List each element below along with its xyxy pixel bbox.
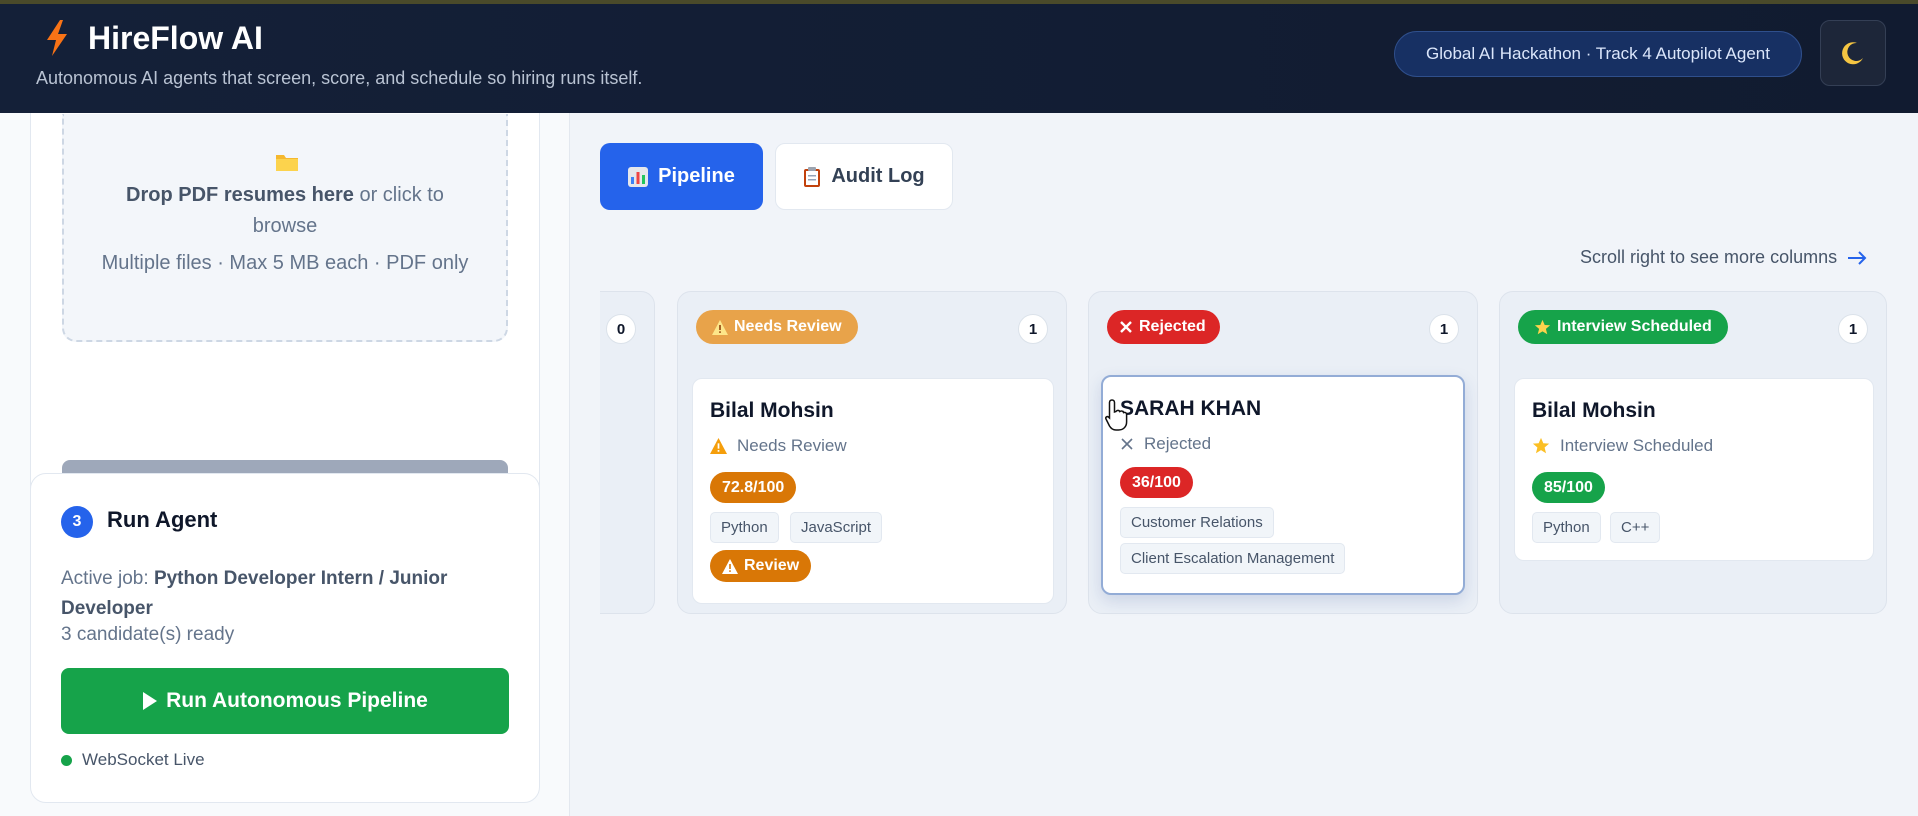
column-rejected: Rejected 1 SARAH KHAN Rejected 36/100 Cu… [1088,291,1478,614]
close-icon [1120,321,1132,333]
close-icon [1121,438,1133,450]
skill-tag: Python [1532,512,1601,543]
pipeline-column: 0 [600,291,655,614]
tab-audit-log[interactable]: Audit Log [775,143,953,210]
skill-tag: C++ [1610,512,1661,543]
column-label-text: Interview Scheduled [1557,318,1712,335]
run-agent-card: 3 Run Agent Active job: Python Developer… [30,473,540,803]
skill-tag: Client Escalation Management [1120,543,1346,574]
run-agent-title: Run Agent [107,507,218,532]
play-icon [143,692,158,710]
hackathon-badge: Global AI Hackathon · Track 4 Autopilot … [1394,31,1802,77]
candidate-name: Bilal Mohsin [1532,399,1656,422]
candidate-status: Interview Scheduled [1532,436,1713,456]
lightning-icon [47,20,67,56]
pipeline-board[interactable]: 0 Needs Review 1 Bilal Mohsin Needs Revi… [600,288,1918,618]
candidate-status-text: Interview Scheduled [1560,436,1714,455]
app-title: HireFlow AI [88,20,263,56]
tab-pipeline-label: Pipeline [658,165,735,187]
dropzone-text-rest: or click to [353,184,444,206]
column-label-text: Rejected [1139,318,1206,335]
candidate-name: Bilal Mohsin [710,399,834,422]
scroll-hint: Scroll right to see more columns [1580,247,1867,268]
column-needs-review: Needs Review 1 Bilal Mohsin Needs Review… [677,291,1067,614]
score-badge: 85/100 [1532,472,1605,503]
websocket-status-dot [61,755,72,766]
clipboard-icon [804,166,821,187]
hand-cursor-icon [1105,399,1128,431]
candidate-status-text: Needs Review [737,436,847,455]
candidate-card[interactable]: Bilal Mohsin Needs Review 72.8/100 Pytho… [692,378,1054,604]
column-label-needs-review: Needs Review [696,310,858,344]
warning-icon [710,438,727,454]
dropzone-text-bold: Drop PDF resumes here [126,184,354,206]
candidates-ready-text: 3 candidate(s) ready [61,624,235,645]
score-badge: 36/100 [1120,467,1193,498]
candidate-card[interactable]: SARAH KHAN Rejected 36/100 Customer Rela… [1101,375,1465,595]
column-interview-scheduled: Interview Scheduled 1 Bilal Mohsin Inter… [1499,291,1887,614]
moon-icon [1842,42,1863,65]
scroll-hint-text: Scroll right to see more columns [1580,247,1838,267]
active-job-text: Active job: Python Developer Intern / Ju… [61,564,511,624]
column-label-text: Needs Review [734,318,842,335]
column-count: 0 [606,314,636,344]
warning-icon [722,558,738,574]
resume-dropzone[interactable]: Drop PDF resumes here or click to browse… [62,114,508,342]
websocket-status-text: WebSocket Live [82,750,205,769]
candidate-name: SARAH KHAN [1120,397,1262,420]
run-pipeline-label: Run Autonomous Pipeline [166,689,428,712]
review-badge[interactable]: Review [710,550,812,582]
star-icon [1534,319,1551,334]
candidate-card[interactable]: Bilal Mohsin Interview Scheduled 85/100 … [1514,378,1874,561]
dropzone-hint: Multiple files · Max 5 MB each · PDF onl… [101,252,469,274]
app-subtitle: Autonomous AI agents that screen, score,… [36,68,643,88]
dropzone-text-browse: browse [252,215,318,237]
column-count: 1 [1838,314,1868,344]
chart-icon [628,166,649,187]
star-icon [1532,437,1550,454]
skill-tag: Customer Relations [1120,507,1274,538]
folder-icon [276,155,298,171]
app-header: HireFlow AI Autonomous AI agents that sc… [0,4,1918,113]
tab-audit-log-label: Audit Log [831,165,925,187]
warning-icon [712,319,728,335]
candidate-status: Rejected [1120,434,1211,454]
active-job-label: Active job: [61,568,154,589]
skill-tag: JavaScript [790,512,883,543]
review-badge-text: Review [744,557,800,574]
candidate-status-text: Rejected [1144,434,1212,453]
skill-tag: Python [710,512,779,543]
theme-toggle-button[interactable] [1820,20,1886,86]
column-label-rejected: Rejected [1107,310,1220,344]
column-count: 1 [1429,314,1459,344]
column-label-interview-scheduled: Interview Scheduled [1518,310,1728,344]
sidebar: Drop PDF resumes here or click to browse… [0,113,570,816]
arrow-right-icon [1848,250,1867,265]
dropzone-text: Drop PDF resumes here or click to [64,184,506,207]
step-number-badge: 3 [61,506,93,538]
candidate-status: Needs Review [710,436,847,456]
score-badge: 72.8/100 [710,472,797,503]
column-count: 1 [1018,314,1048,344]
run-pipeline-button[interactable]: Run Autonomous Pipeline [61,668,509,734]
tab-pipeline[interactable]: Pipeline [600,143,763,210]
